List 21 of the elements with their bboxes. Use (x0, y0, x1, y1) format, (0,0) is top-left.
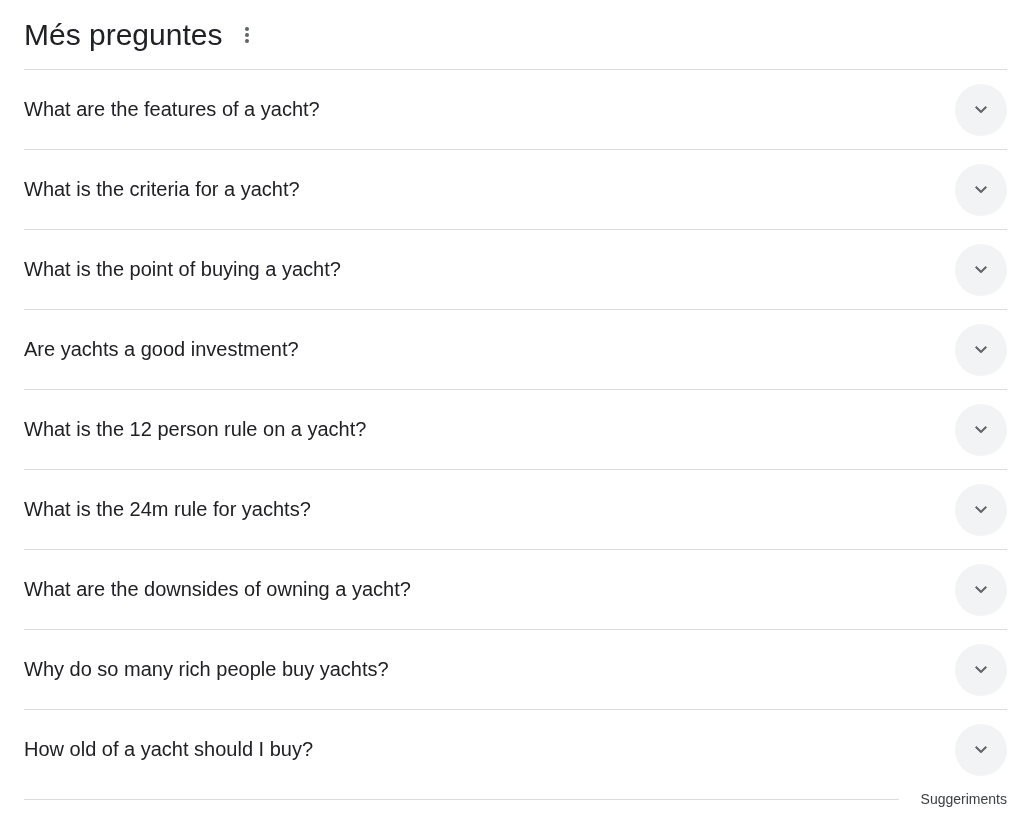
question-text[interactable]: What are the features of a yacht? (24, 98, 320, 121)
chevron-down-icon (975, 185, 987, 194)
question-text[interactable]: Are yachts a good investment? (24, 338, 299, 361)
more-options-icon[interactable] (244, 24, 251, 45)
chevron-down-icon (975, 585, 987, 594)
chevron-down-icon (975, 345, 987, 354)
suggestions-label: Suggeriments (920, 791, 1007, 807)
chevron-down-icon (975, 425, 987, 434)
chevron-down-icon (975, 105, 987, 114)
question-text[interactable]: What are the downsides of owning a yacht? (24, 578, 411, 601)
chevron-down-icon (975, 745, 987, 754)
question-text[interactable]: What is the criteria for a yacht? (24, 178, 300, 201)
chevron-down-icon (975, 505, 987, 514)
question-text[interactable]: How old of a yacht should I buy? (24, 738, 314, 761)
question-text[interactable]: Why do so many rich people buy yachts? (24, 658, 389, 681)
question-text[interactable]: What is the point of buying a yacht? (24, 258, 341, 281)
section-title: Més preguntes (24, 17, 223, 52)
question-text[interactable]: What is the 24m rule for yachts? (24, 498, 311, 521)
question-text[interactable]: What is the 12 person rule on a yacht? (24, 418, 367, 441)
chevron-down-icon (975, 265, 987, 274)
chevron-down-icon (975, 665, 987, 674)
